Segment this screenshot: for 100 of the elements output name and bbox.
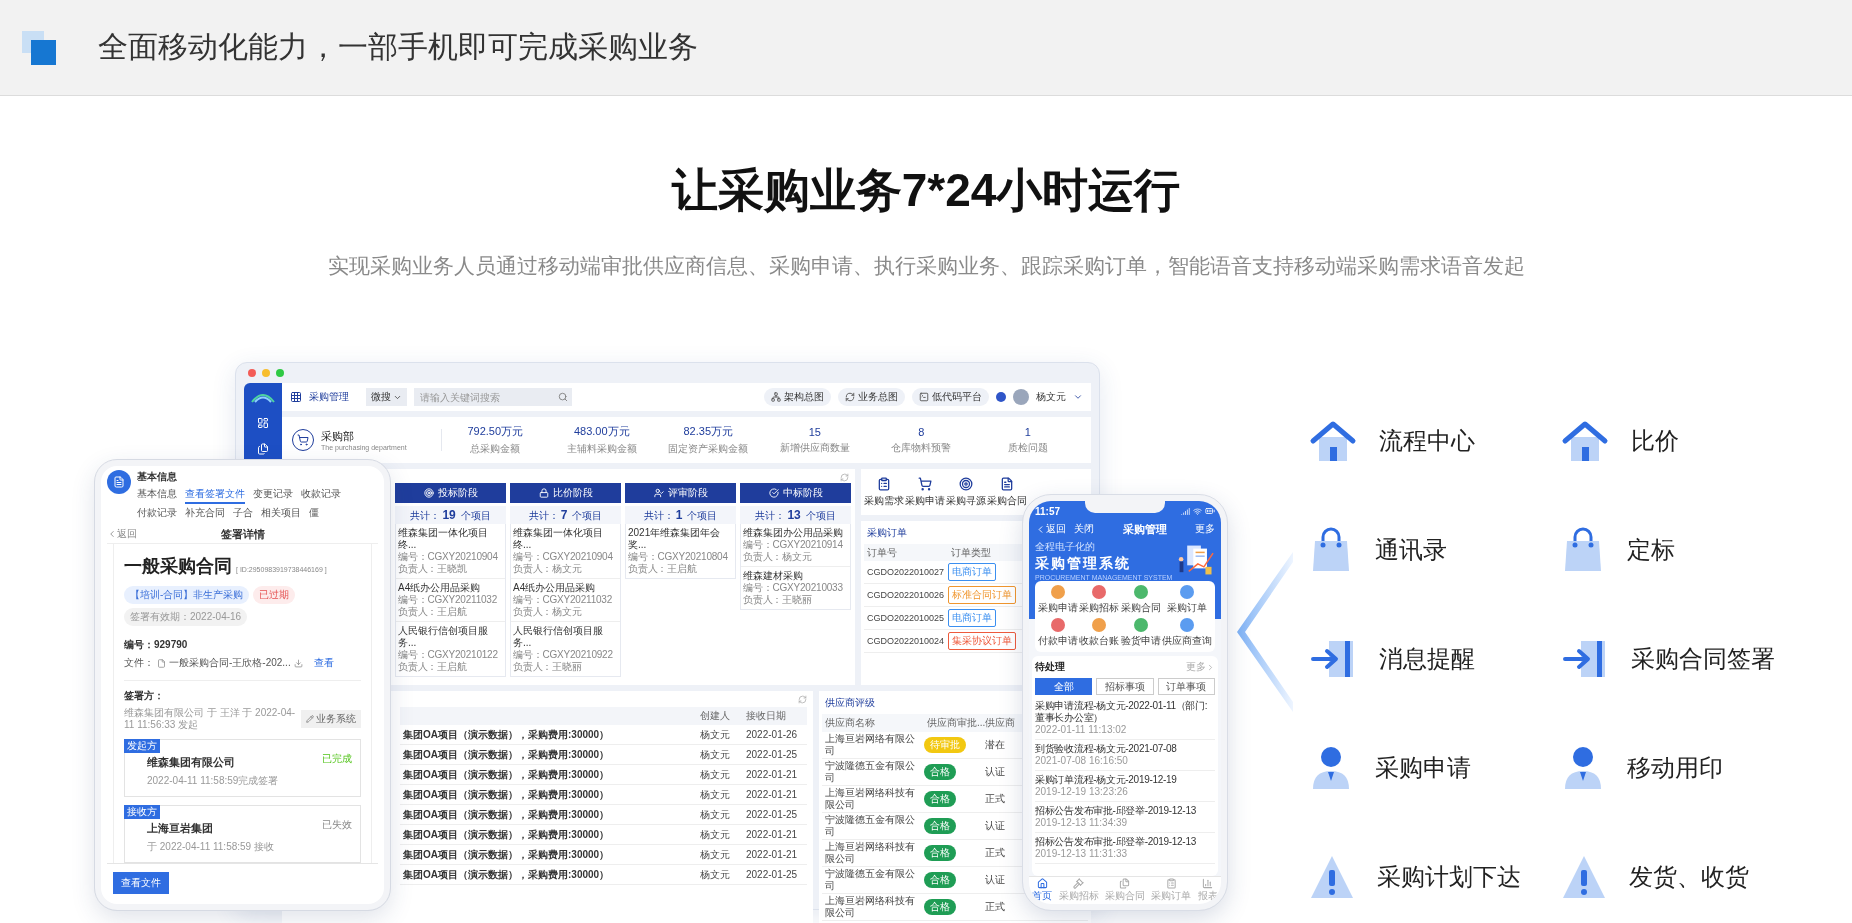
user-name[interactable]: 杨文元 bbox=[1036, 390, 1066, 404]
table-cell-text: CGDO2022010024 bbox=[866, 635, 946, 647]
feature-label: 定标 bbox=[1627, 534, 1675, 565]
approval-badge: 合格 bbox=[924, 764, 956, 780]
chevron-left-icon bbox=[107, 529, 117, 539]
view-file-button[interactable]: 查看文件 bbox=[113, 872, 169, 894]
stage-title: 比价阶段 bbox=[552, 486, 593, 500]
project-title[interactable]: 维森集团一体化项目终... bbox=[398, 527, 503, 551]
tab[interactable]: 僵 bbox=[309, 505, 319, 523]
close-link[interactable]: 关闭 bbox=[1074, 522, 1094, 536]
todo-item[interactable]: 采购申请流程-杨文元-2022-01-11（部门:董事长办公室） bbox=[1035, 700, 1215, 724]
project-title[interactable]: 人民银行信创项目服务... bbox=[513, 625, 618, 649]
app-shortcut[interactable]: 供应商查询 bbox=[1162, 618, 1212, 648]
files-icon[interactable] bbox=[257, 443, 269, 455]
app-shortcut[interactable]: 采购订单 bbox=[1162, 585, 1212, 615]
todo-item[interactable]: 到货验收流程-杨文元-2021-07-08 bbox=[1035, 743, 1215, 755]
tab[interactable]: 收款记录 bbox=[301, 486, 341, 504]
tab[interactable]: 订单事项 bbox=[1157, 678, 1215, 695]
stat-value: 1 bbox=[1024, 425, 1031, 438]
tab[interactable]: 基本信息 bbox=[137, 486, 177, 504]
dashboard-icon[interactable] bbox=[257, 417, 269, 429]
project-title[interactable]: 维森集团办公用品采购 bbox=[743, 527, 848, 539]
table-cell-text: 2022-01-25 bbox=[745, 809, 799, 820]
project-title[interactable]: A4纸办公用品采购 bbox=[398, 582, 503, 594]
back-link[interactable]: 返回 bbox=[1035, 522, 1066, 536]
tab[interactable]: 变更记录 bbox=[253, 486, 293, 504]
app-shortcut[interactable]: 采购合同 bbox=[1120, 585, 1161, 615]
pencil-icon bbox=[306, 715, 314, 723]
banner-title: 采购管理系统 bbox=[1035, 554, 1132, 573]
todo-item[interactable]: 招标公告发布审批-邱登举-2019-12-13 bbox=[1035, 805, 1215, 817]
files-icon bbox=[1119, 878, 1131, 889]
project-owner: 负责人：王启航 bbox=[628, 563, 698, 575]
todo-time: 2022-01-11 11:13:02 bbox=[1035, 724, 1128, 736]
todo-item[interactable]: 采购订单流程-杨文元-2019-12-19 bbox=[1035, 774, 1215, 786]
role-badge: 接收方 bbox=[124, 805, 160, 819]
toolbar-button[interactable]: 架构总图 bbox=[764, 388, 831, 406]
project-title[interactable]: 维森集团一体化项目终... bbox=[513, 527, 618, 551]
shortcut-button[interactable]: 采购寻源 bbox=[945, 476, 986, 508]
shortcut-button[interactable]: 采购合同 bbox=[986, 476, 1027, 508]
tab[interactable]: 补充合同 bbox=[185, 505, 225, 523]
table-cell-text: 集团OA项目（演示数据），采购费用:30000） bbox=[402, 727, 611, 742]
search-icon[interactable] bbox=[554, 388, 572, 406]
hero-subtitle: 实现采购业务人员通过移动端审批供应商信息、采购申请、执行采购业务、跟踪采购订单，智能语音支持移动端采购需求语音发起 bbox=[326, 253, 1526, 279]
tag: 已过期 bbox=[253, 586, 296, 604]
signers-label: 签署方： bbox=[124, 689, 165, 703]
table-cell-text: 杨文元 bbox=[699, 727, 731, 742]
table-cell-text: 集团OA项目（演示数据），采购费用:30000） bbox=[402, 767, 611, 782]
tab[interactable]: 查看签署文件 bbox=[185, 486, 245, 504]
shortcut-button[interactable]: 采购申请 bbox=[904, 476, 945, 508]
refresh-icon[interactable] bbox=[798, 695, 807, 704]
app-shortcut[interactable]: 付款申请 bbox=[1038, 618, 1078, 648]
app-grid-icon[interactable] bbox=[290, 391, 302, 403]
stat-value: 82.35万元 bbox=[683, 424, 733, 439]
shortcut-button[interactable]: 采购需求 bbox=[863, 476, 904, 508]
scope-select[interactable]: 微搜 bbox=[366, 388, 407, 406]
panel-title: 采购订单 bbox=[867, 526, 907, 540]
view-link[interactable]: 查看 bbox=[313, 656, 334, 670]
project-title[interactable]: 2021年维森集团年会奖... bbox=[628, 527, 733, 551]
stage-title: 中标阶段 bbox=[782, 486, 823, 500]
app-shortcut[interactable]: 采购招标 bbox=[1079, 585, 1120, 615]
caret-icon[interactable] bbox=[1073, 392, 1083, 402]
app-shortcut[interactable]: 验货申请 bbox=[1120, 618, 1161, 648]
window-dot bbox=[276, 369, 284, 377]
more-link[interactable]: 更多 bbox=[1195, 522, 1215, 536]
table-cell-text: 潜在 bbox=[984, 739, 1006, 751]
approval-badge: 合格 bbox=[924, 791, 956, 807]
stage-count: 共计：13 个项目 bbox=[740, 506, 851, 524]
toolbar-button[interactable]: 低代码平台 bbox=[912, 388, 989, 406]
back-link[interactable]: 返回 bbox=[107, 527, 137, 541]
app-shortcut[interactable]: 采购申请 bbox=[1038, 585, 1078, 615]
project-title[interactable]: 人民银行信创项目服务... bbox=[398, 625, 503, 649]
feature-label: 比价 bbox=[1631, 425, 1679, 456]
app-shortcut[interactable]: 收款台账 bbox=[1079, 618, 1120, 648]
stage-count: 共计：7 个项目 bbox=[510, 506, 621, 524]
toolbar-button[interactable]: 业务总图 bbox=[838, 388, 905, 406]
tab[interactable]: 付款记录 bbox=[137, 505, 177, 523]
table-cell-text: 集团OA项目（演示数据），采购费用:30000） bbox=[402, 807, 611, 822]
table-cell-text: 正式 bbox=[984, 793, 1006, 805]
feature-label: 消息提醒 bbox=[1379, 643, 1475, 674]
tab[interactable]: 子合 bbox=[233, 505, 253, 523]
chevron-right-icon bbox=[1206, 662, 1215, 672]
target-icon bbox=[423, 488, 434, 498]
project-title[interactable]: A4纸办公用品采购 bbox=[513, 582, 618, 594]
project-code: 编号：CGXY20210033 bbox=[743, 582, 844, 594]
project-code: 编号：CGXY20210904 bbox=[398, 551, 499, 563]
tab[interactable]: 招标事项 bbox=[1096, 678, 1154, 695]
project-code: 编号：CGXY20211032 bbox=[513, 594, 614, 606]
system-button[interactable]: 业务系统 bbox=[301, 710, 361, 728]
project-code: 编号：CGXY20210804 bbox=[628, 551, 729, 563]
target-icon bbox=[958, 476, 973, 491]
todo-item[interactable]: 招标公告发布审批-邱登举-2019-12-13 bbox=[1035, 836, 1215, 848]
tab[interactable]: 相关项目 bbox=[261, 505, 301, 523]
battery-icon bbox=[1205, 506, 1215, 516]
page-title: 采购管理 bbox=[1121, 521, 1168, 537]
table-cell-text: 上海亘岩网络有限公司 bbox=[824, 733, 916, 757]
search-input[interactable]: 请输入关键词搜索 bbox=[414, 388, 554, 406]
refresh-icon[interactable] bbox=[840, 473, 849, 482]
tab[interactable]: 全部 bbox=[1035, 678, 1093, 695]
download-icon[interactable] bbox=[293, 658, 303, 668]
project-title[interactable]: 维森建材采购 bbox=[743, 570, 848, 582]
